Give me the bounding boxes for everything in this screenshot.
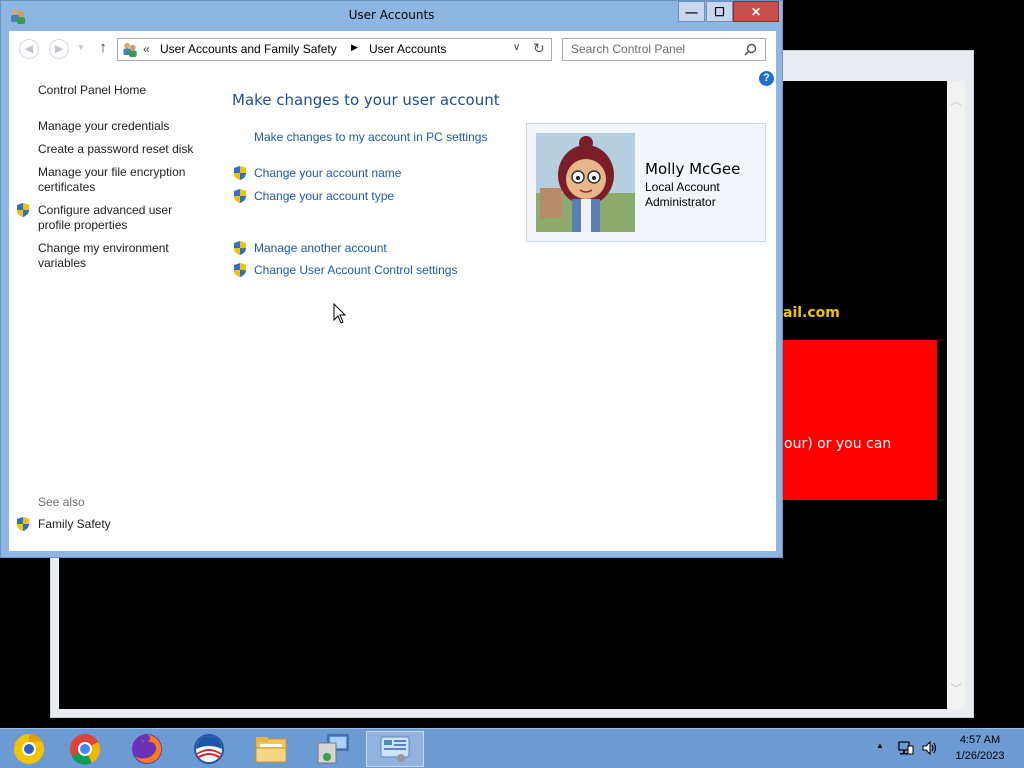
control-panel-icon [380, 736, 410, 762]
manage-credentials-link[interactable]: Manage your credentials [38, 119, 169, 134]
navigation-bar: ◀ ▶ ▼ ↑ « User Accounts and Family Safet… [9, 31, 776, 67]
taskbar-chrome[interactable] [56, 731, 114, 767]
search-icon[interactable] [744, 43, 757, 56]
background-scrollbar[interactable]: ︿ ﹀ [947, 81, 965, 709]
avatar[interactable] [536, 133, 635, 232]
change-account-name-link[interactable]: Change your account name [254, 166, 401, 180]
network-icon[interactable] [898, 740, 914, 756]
uac-shield-icon [234, 166, 246, 180]
breadcrumb-user-accounts[interactable]: User Accounts [369, 42, 446, 56]
file-encryption-certificates-link[interactable]: Manage your file encryption certificates [38, 165, 198, 195]
maximize-button[interactable]: ☐ [706, 1, 733, 22]
account-name: Molly McGee [645, 160, 741, 178]
taskbar-remote-desktop[interactable] [304, 731, 362, 767]
environment-variables-link[interactable]: Change my environment variables [38, 241, 188, 271]
taskbar-file-explorer[interactable] [242, 731, 300, 767]
recent-locations-chevron-icon[interactable]: ▼ [77, 43, 85, 52]
scroll-up-icon[interactable]: ︿ [950, 95, 962, 107]
taskbar-control-panel[interactable] [366, 731, 424, 767]
user-accounts-window: User Accounts — ☐ ✕ ◀ ▶ ▼ ↑ « User Accou… [0, 0, 783, 558]
back-arrow-icon[interactable]: ◀ [19, 39, 39, 59]
background-red-box [780, 340, 937, 500]
search-box[interactable] [562, 38, 766, 61]
scroll-down-icon[interactable]: ﹀ [950, 683, 962, 695]
pc-settings-link[interactable]: Make changes to my account in PC setting… [254, 130, 487, 144]
breadcrumb-separator-icon[interactable]: ▶ [351, 42, 358, 53]
user-accounts-icon [123, 42, 137, 58]
forward-arrow-icon[interactable]: ▶ [49, 39, 69, 59]
uac-shield-icon [234, 189, 246, 203]
uac-shield-icon [234, 263, 246, 277]
family-safety-link[interactable]: Family Safety [38, 517, 111, 532]
obama-logo-icon [194, 734, 224, 764]
account-card: Molly McGee Local Account Administrator [526, 123, 766, 242]
taskbar-obama-logo-app[interactable] [180, 731, 238, 767]
refresh-icon[interactable]: ↻ [533, 40, 545, 57]
volume-icon[interactable] [921, 740, 939, 756]
breadcrumb-user-accounts-and-family-safety[interactable]: User Accounts and Family Safety [160, 42, 337, 56]
search-input[interactable] [571, 42, 741, 56]
uac-settings-link[interactable]: Change User Account Control settings [254, 263, 457, 277]
window-client-area: ◀ ▶ ▼ ↑ « User Accounts and Family Safet… [9, 31, 776, 551]
uac-shield-icon [17, 203, 29, 217]
address-bar[interactable]: « User Accounts and Family Safety ▶ User… [117, 38, 552, 61]
help-icon[interactable]: ? [759, 71, 774, 86]
clock-time[interactable]: 4:57 AM [950, 734, 1010, 746]
title-bar[interactable]: User Accounts — ☐ ✕ [1, 1, 782, 31]
firefox-icon [132, 734, 162, 764]
breadcrumb-overflow-icon[interactable]: « [143, 42, 150, 56]
taskbar-firefox[interactable] [118, 731, 176, 767]
taskbar: ▲ 4:57 AM 1/26/2023 [0, 728, 1024, 768]
change-account-type-link[interactable]: Change your account type [254, 189, 394, 203]
account-type: Local Account [645, 180, 720, 194]
password-reset-disk-link[interactable]: Create a password reset disk [38, 142, 193, 157]
file-explorer-icon [255, 737, 287, 763]
account-role: Administrator [645, 195, 716, 209]
advanced-profile-properties-link[interactable]: Configure advanced user profile properti… [38, 203, 188, 233]
manage-another-account-link[interactable]: Manage another account [254, 241, 387, 255]
mouse-cursor-icon [333, 303, 347, 324]
close-button[interactable]: ✕ [733, 1, 779, 22]
chrome-icon [70, 734, 101, 765]
up-arrow-icon[interactable]: ↑ [95, 39, 111, 59]
uac-shield-icon [234, 241, 246, 255]
see-also-label: See also [38, 495, 85, 509]
address-dropdown-icon[interactable]: ∨ [513, 42, 520, 53]
taskbar-chrome-canary[interactable] [0, 731, 58, 767]
remote-desktop-icon [317, 734, 349, 764]
uac-shield-icon [17, 517, 29, 531]
show-hidden-icons-chevron-icon[interactable]: ▲ [876, 741, 884, 750]
minimize-button[interactable]: — [678, 1, 705, 22]
control-panel-home-link[interactable]: Control Panel Home [38, 83, 146, 98]
window-title: User Accounts [348, 8, 435, 22]
chrome-canary-icon [14, 734, 44, 764]
background-email-text: ail.com [783, 305, 840, 321]
clock-date[interactable]: 1/26/2023 [950, 750, 1010, 762]
page-title: Make changes to your user account [232, 91, 500, 109]
background-red-box-text: our) or you can [784, 436, 892, 452]
